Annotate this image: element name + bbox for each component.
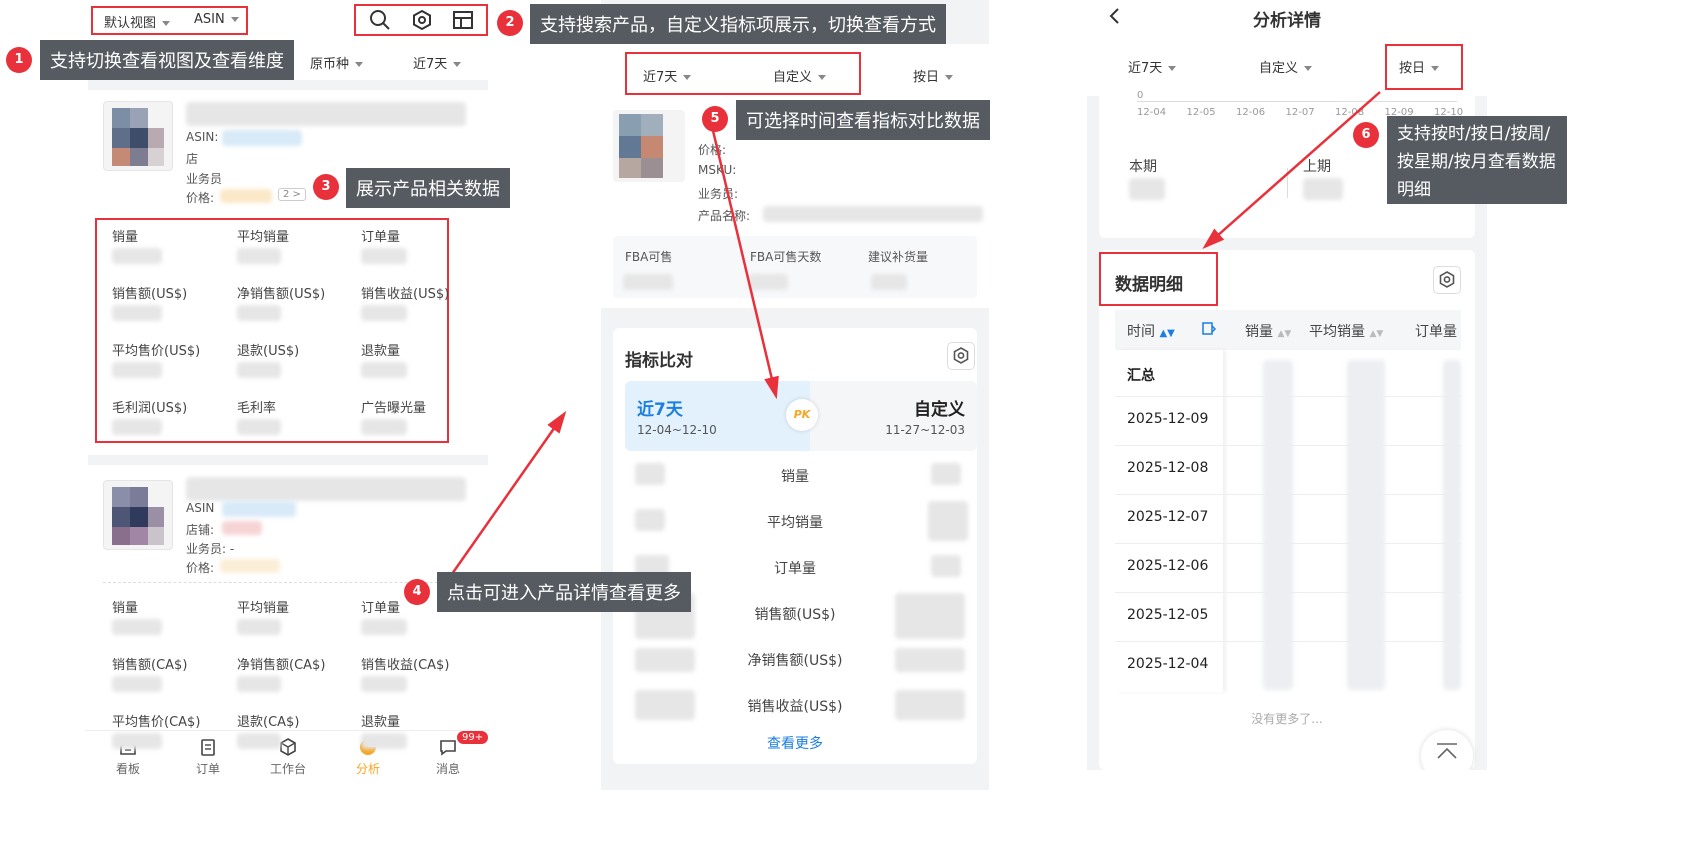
arrow-to-compare [450,410,567,575]
step-badge: 6 [1353,122,1379,148]
annotation-tip: 支持按时/按日/按周/按星期/按月查看数据明细 [1387,116,1567,204]
arrow-to-detail [1202,91,1381,249]
annotation-tip: 可选择时间查看指标对比数据 [736,100,990,140]
annotation-tip: 点击可进入产品详情查看更多 [437,572,691,612]
step-badge: 5 [702,106,728,132]
step-badge: 2 [497,10,523,36]
arrow-to-pk [708,117,779,400]
annotation-tip: 支持搜索产品，自定义指标项展示，切换查看方式 [530,4,946,44]
step-badge: 4 [404,579,430,605]
canvas: 默认视图 ASIN 原币种 近7天 ASIN: 店 业务员 价格: 2 > AS… [0,0,1691,852]
step-badge: 3 [313,174,339,200]
step-badge: 1 [6,47,32,73]
annotation-tip: 支持切换查看视图及查看维度 [40,40,294,80]
annotation-tip: 展示产品相关数据 [346,168,510,208]
